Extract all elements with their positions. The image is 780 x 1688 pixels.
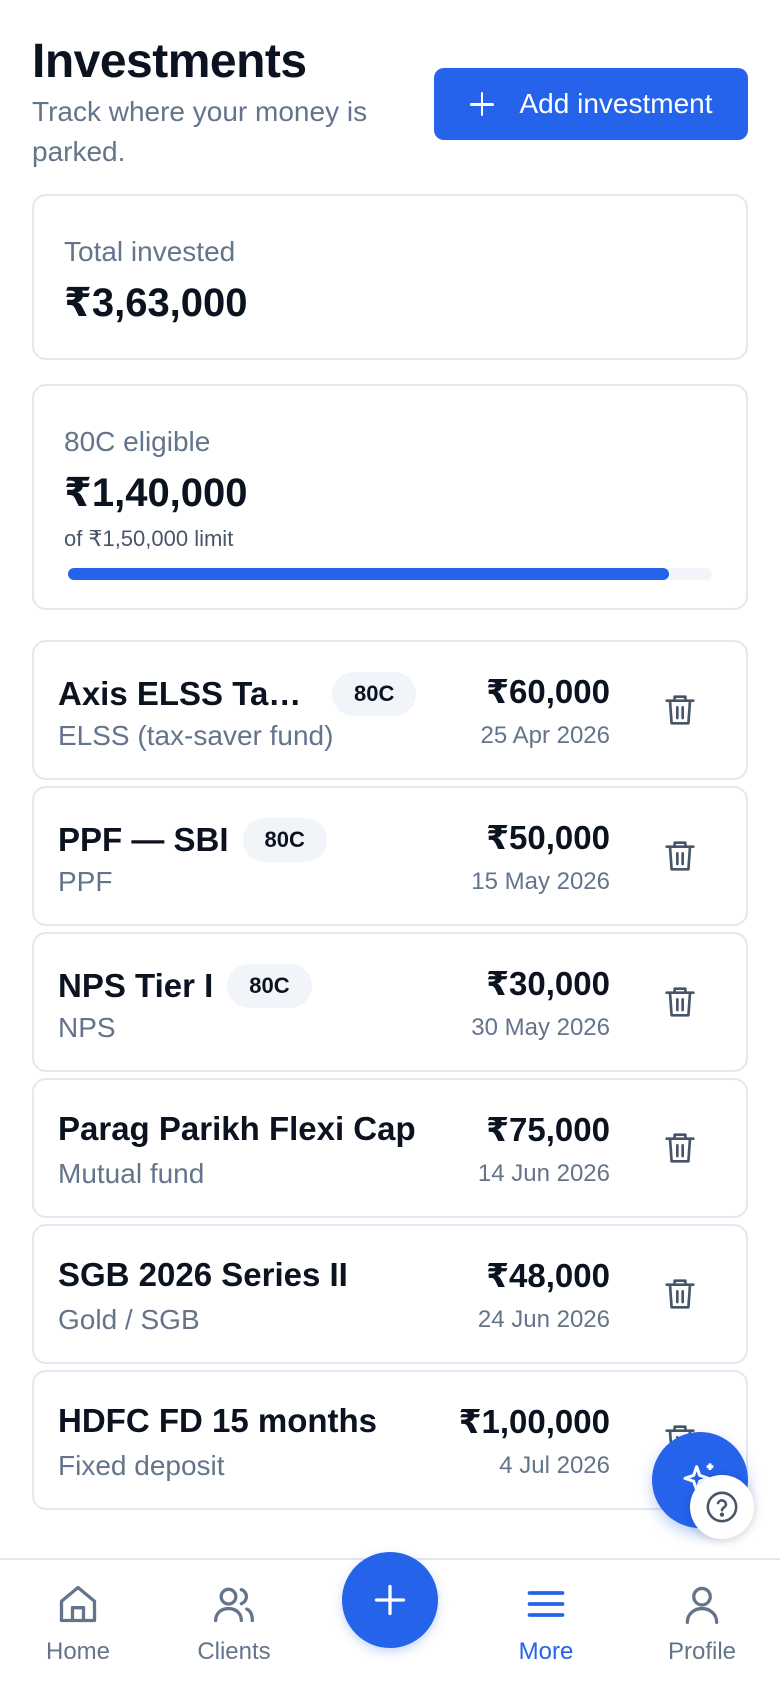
total-invested-value: ₹3,63,000 (64, 281, 248, 325)
trash-icon[interactable] (664, 1276, 696, 1312)
nav-profile[interactable]: Profile (642, 1582, 762, 1666)
tax-80c-badge: 80C (227, 964, 312, 1008)
add-investment-button[interactable]: Add investment (434, 68, 748, 140)
investment-amount: ₹48,000 (486, 1257, 610, 1294)
trash-icon[interactable] (664, 692, 696, 728)
bottom-nav: Home Clients More Profile (0, 1552, 780, 1688)
trash-icon[interactable] (664, 838, 696, 874)
help-circle-icon (706, 1491, 738, 1523)
investment-type: Fixed deposit (58, 1450, 225, 1481)
eligible-80c-label: 80C eligible (64, 426, 211, 457)
total-invested-card: Total invested ₹3,63,000 (32, 194, 748, 360)
users-icon (214, 1587, 254, 1623)
investment-name: PPF — SBI (58, 821, 229, 858)
investment-type: PPF (58, 866, 113, 897)
investment-type: Mutual fund (58, 1158, 205, 1189)
investment-name: HDFC FD 15 months (58, 1402, 378, 1439)
investment-type: NPS (58, 1012, 116, 1043)
nav-home[interactable]: Home (18, 1582, 138, 1666)
total-invested-label: Total invested (64, 236, 236, 267)
investment-date: 15 May 2026 (471, 868, 610, 895)
investment-name-line: HDFC FD 15 months (58, 1402, 377, 1440)
investment-type: Gold / SGB (58, 1304, 200, 1335)
investment-name-line: Parag Parikh Flexi Cap (58, 1110, 416, 1148)
eligible-80c-card: 80C eligible ₹1,40,000 of ₹1,50,000 limi… (32, 384, 748, 610)
nav-clients[interactable]: Clients (174, 1582, 294, 1666)
eligible-80c-progress-track (68, 568, 712, 580)
investment-date: 4 Jul 2026 (499, 1452, 610, 1479)
investment-type: ELSS (tax-saver fund) (58, 720, 334, 751)
investment-date: 24 Jun 2026 (477, 1306, 610, 1333)
page-subtitle: Track where your money is parked. (32, 96, 368, 167)
menu-icon (527, 1591, 565, 1617)
investment-name: SGB 2026 Series II (58, 1256, 348, 1293)
investment-name-line: Axis ELSS Tax Saver Fund 80C (58, 672, 417, 716)
investment-date: 25 Apr 2026 (480, 722, 610, 749)
investment-amount: ₹75,000 (486, 1111, 610, 1148)
investment-date: 30 May 2026 (471, 1014, 610, 1041)
trash-icon[interactable] (664, 984, 696, 1020)
plus-icon (469, 92, 494, 116)
nav-clients-label: Clients (197, 1638, 271, 1665)
eligible-80c-limit-note: of ₹1,50,000 limit (64, 526, 234, 551)
page-header: Investments Track where your money is pa… (32, 34, 748, 184)
investment-amount: ₹50,000 (486, 819, 610, 856)
investment-row[interactable]: PPF — SBI 80C PPF ₹50,000 15 May 2026 (32, 786, 748, 926)
investment-name-line: SGB 2026 Series II (58, 1256, 348, 1294)
home-icon (59, 1585, 97, 1623)
investment-name-line: PPF — SBI 80C (58, 818, 327, 862)
investment-row[interactable]: SGB 2026 Series II Gold / SGB ₹48,000 24… (32, 1224, 748, 1364)
investment-amount: ₹1,00,000 (458, 1403, 610, 1440)
nav-more[interactable]: More (486, 1582, 606, 1666)
investment-date: 14 Jun 2026 (477, 1160, 610, 1187)
nav-profile-label: Profile (667, 1638, 737, 1665)
investment-row[interactable]: Parag Parikh Flexi Cap Mutual fund ₹75,0… (32, 1078, 748, 1218)
eligible-80c-value: ₹1,40,000 (64, 471, 248, 515)
investment-row[interactable]: NPS Tier I 80C NPS ₹30,000 30 May 2026 (32, 932, 748, 1072)
user-icon (685, 1586, 719, 1624)
plus-icon (374, 1584, 406, 1616)
nav-home-label: Home (45, 1638, 111, 1665)
investment-name: NPS Tier I (58, 967, 214, 1004)
help-button[interactable] (690, 1475, 754, 1539)
investment-row[interactable]: Axis ELSS Tax Saver Fund 80C ELSS (tax-s… (32, 640, 748, 780)
add-investment-label: Add investment (519, 88, 713, 119)
trash-icon[interactable] (664, 1130, 696, 1166)
investment-amount: ₹60,000 (486, 673, 610, 710)
investment-row[interactable]: HDFC FD 15 months Fixed deposit ₹1,00,00… (32, 1370, 748, 1510)
tax-80c-badge: 80C (332, 672, 417, 716)
investment-name-line: NPS Tier I 80C (58, 964, 312, 1008)
investment-name: Parag Parikh Flexi Cap (58, 1110, 416, 1147)
nav-more-label: More (518, 1638, 574, 1665)
tax-80c-badge: 80C (242, 818, 327, 862)
investment-amount: ₹30,000 (486, 965, 610, 1002)
quick-add-button[interactable] (342, 1552, 438, 1648)
investments-page: Investments Track where your money is pa… (0, 0, 780, 1688)
eligible-80c-progress-fill (68, 568, 669, 580)
investment-name: Axis ELSS Tax Saver Fund (58, 675, 318, 712)
